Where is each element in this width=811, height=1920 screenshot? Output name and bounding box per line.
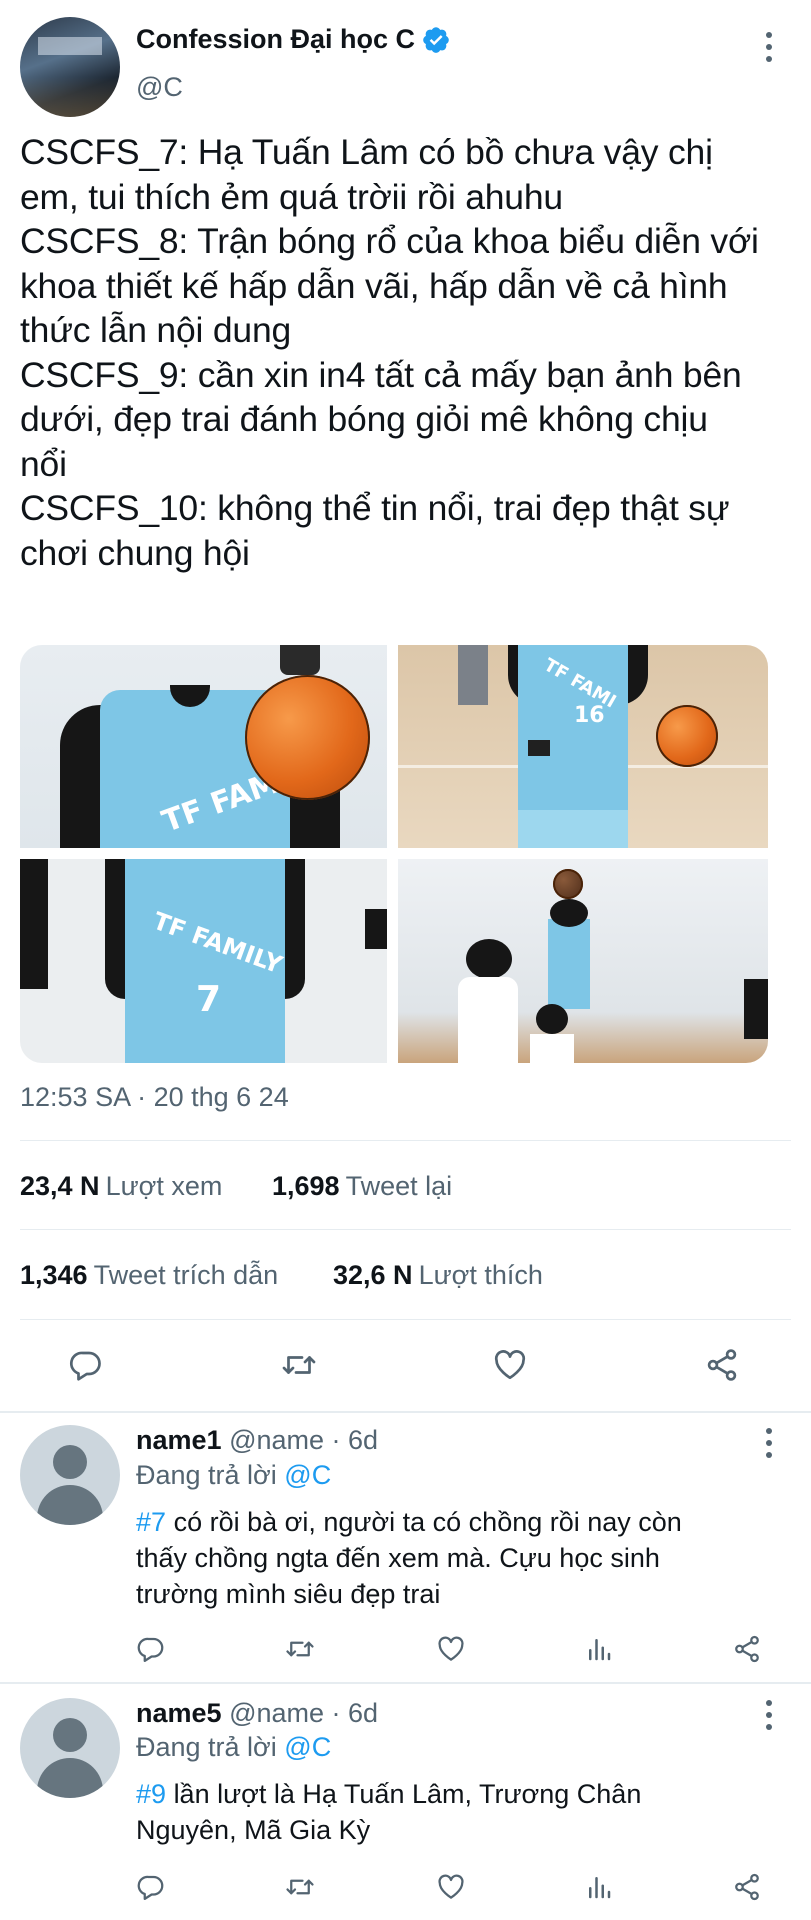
section-separator: [0, 1682, 811, 1684]
likes-label: Lượt thích: [418, 1260, 543, 1290]
replying-to-handle[interactable]: @C: [284, 1732, 331, 1762]
reply-text: #7 có rồi bà ơi, người ta có chồng rồi n…: [136, 1504, 682, 1612]
divider: [20, 1319, 791, 1320]
reply-author-name[interactable]: name1: [136, 1425, 222, 1455]
tweet-text-line: khoa thiết kế hấp dẫn vãi, hấp dẫn về cả…: [20, 265, 728, 306]
media-photo-1[interactable]: TF FAM: [20, 645, 387, 848]
tweet-text-line: CSCFS_9: cần xin in4 tất cả mấy bạn ảnh …: [20, 354, 742, 395]
jersey-number: 16: [574, 703, 605, 728]
like-icon[interactable]: [492, 1347, 528, 1383]
media-photo-2[interactable]: TF FAMI 16: [398, 645, 768, 848]
reply-text-line: trường mình siêu đẹp trai: [136, 1579, 441, 1609]
views-label: Lượt xem: [105, 1171, 223, 1201]
more-options-icon[interactable]: [764, 32, 774, 62]
more-options-icon[interactable]: [764, 1428, 774, 1458]
default-avatar-icon[interactable]: [20, 1698, 120, 1798]
tweet-text: CSCFS_7: Hạ Tuấn Lâm có bồ chưa vậy chị …: [20, 130, 790, 575]
reply-header: name1 @name · 6d: [136, 1425, 378, 1456]
section-separator: [0, 1411, 811, 1413]
tweet-text-line: em, tui thích ẻm quá trờii rồi ahuhu: [20, 176, 563, 217]
reply-hashtag[interactable]: #7: [136, 1507, 166, 1537]
jersey-number: 7: [196, 979, 222, 1020]
retweet-icon[interactable]: [285, 1634, 315, 1664]
reply-icon[interactable]: [136, 1634, 166, 1664]
quotes-count: 1,346: [20, 1260, 88, 1290]
media-grid: TF FAM TF FAMI 16 TF FAMILY 7: [20, 645, 768, 1063]
tweet-text-line: CSCFS_7: Hạ Tuấn Lâm có bồ chưa vậy chị: [20, 132, 713, 172]
analytics-icon[interactable]: [584, 1634, 614, 1664]
default-avatar-icon[interactable]: [20, 1425, 120, 1525]
tweet-timestamp[interactable]: 12:53 SA · 20 thg 6 24: [20, 1082, 289, 1113]
retweet-icon[interactable]: [281, 1347, 317, 1383]
reply-author-name[interactable]: name5: [136, 1698, 222, 1728]
reply-header: name5 @name · 6d: [136, 1698, 378, 1729]
author-avatar[interactable]: [20, 17, 120, 117]
share-icon[interactable]: [732, 1872, 762, 1902]
replying-prefix: Đang trả lời: [136, 1460, 277, 1490]
reply-icon[interactable]: [136, 1872, 166, 1902]
retweets-label: Tweet lại: [345, 1171, 453, 1201]
divider: [20, 1229, 791, 1230]
replying-prefix: Đang trả lời: [136, 1732, 277, 1762]
retweet-icon[interactable]: [285, 1872, 315, 1902]
tweet-text-line: thức lẫn nội dung: [20, 310, 292, 350]
reply-meta: @name · 6d: [229, 1425, 379, 1455]
media-photo-4[interactable]: [398, 859, 768, 1063]
replying-to: Đang trả lời @C: [136, 1460, 331, 1491]
more-options-icon[interactable]: [764, 1700, 774, 1730]
share-icon[interactable]: [732, 1634, 762, 1664]
quotes-stat[interactable]: 1,346 Tweet trích dẫn: [20, 1260, 278, 1291]
likes-stat[interactable]: 32,6 N Lượt thích: [333, 1260, 543, 1291]
quotes-label: Tweet trích dẫn: [93, 1260, 279, 1290]
reply-hashtag[interactable]: #9: [136, 1779, 166, 1809]
replying-to: Đang trả lời @C: [136, 1732, 331, 1763]
reply-icon[interactable]: [68, 1347, 104, 1383]
reply-text: #9 lần lượt là Hạ Tuấn Lâm, Trương Chân …: [136, 1776, 641, 1848]
like-icon[interactable]: [436, 1872, 466, 1902]
views-stat[interactable]: 23,4 N Lượt xem: [20, 1171, 222, 1202]
tweet-text-line: CSCFS_8: Trận bóng rổ của khoa biểu diễn…: [20, 221, 759, 261]
media-photo-3[interactable]: TF FAMILY 7: [20, 859, 387, 1063]
retweets-stat[interactable]: 1,698 Tweet lại: [272, 1171, 452, 1202]
retweets-count: 1,698: [272, 1171, 340, 1201]
likes-count: 32,6 N: [333, 1260, 413, 1290]
tweet-text-line: dưới, đẹp trai đánh bóng giỏi mê không c…: [20, 399, 708, 439]
replying-to-handle[interactable]: @C: [284, 1460, 331, 1490]
share-icon[interactable]: [704, 1347, 740, 1383]
reply-text-line: lần lượt là Hạ Tuấn Lâm, Trương Chân: [173, 1779, 642, 1809]
divider: [20, 1140, 791, 1141]
analytics-icon[interactable]: [584, 1872, 614, 1902]
author-display-name[interactable]: Confession Đại học C: [136, 24, 451, 55]
reply-text-line: có rồi bà ơi, người ta có chồng rồi nay …: [173, 1507, 682, 1537]
tweet-text-line: nổi: [20, 443, 67, 484]
author-handle[interactable]: @C: [136, 72, 183, 103]
display-name-text: Confession Đại học C: [136, 24, 416, 54]
reply-text-line: Nguyên, Mã Gia Kỳ: [136, 1815, 371, 1845]
views-count: 23,4 N: [20, 1171, 100, 1201]
reply-text-line: thấy chồng ngta đến xem mà. Cựu học sinh: [136, 1543, 660, 1573]
tweet-text-line: chơi chung hội: [20, 532, 250, 573]
like-icon[interactable]: [436, 1634, 466, 1664]
tweet-text-line: CSCFS_10: không thể tin nổi, trai đẹp th…: [20, 488, 730, 528]
reply-meta: @name · 6d: [229, 1698, 379, 1728]
verified-badge-icon: [423, 26, 449, 53]
